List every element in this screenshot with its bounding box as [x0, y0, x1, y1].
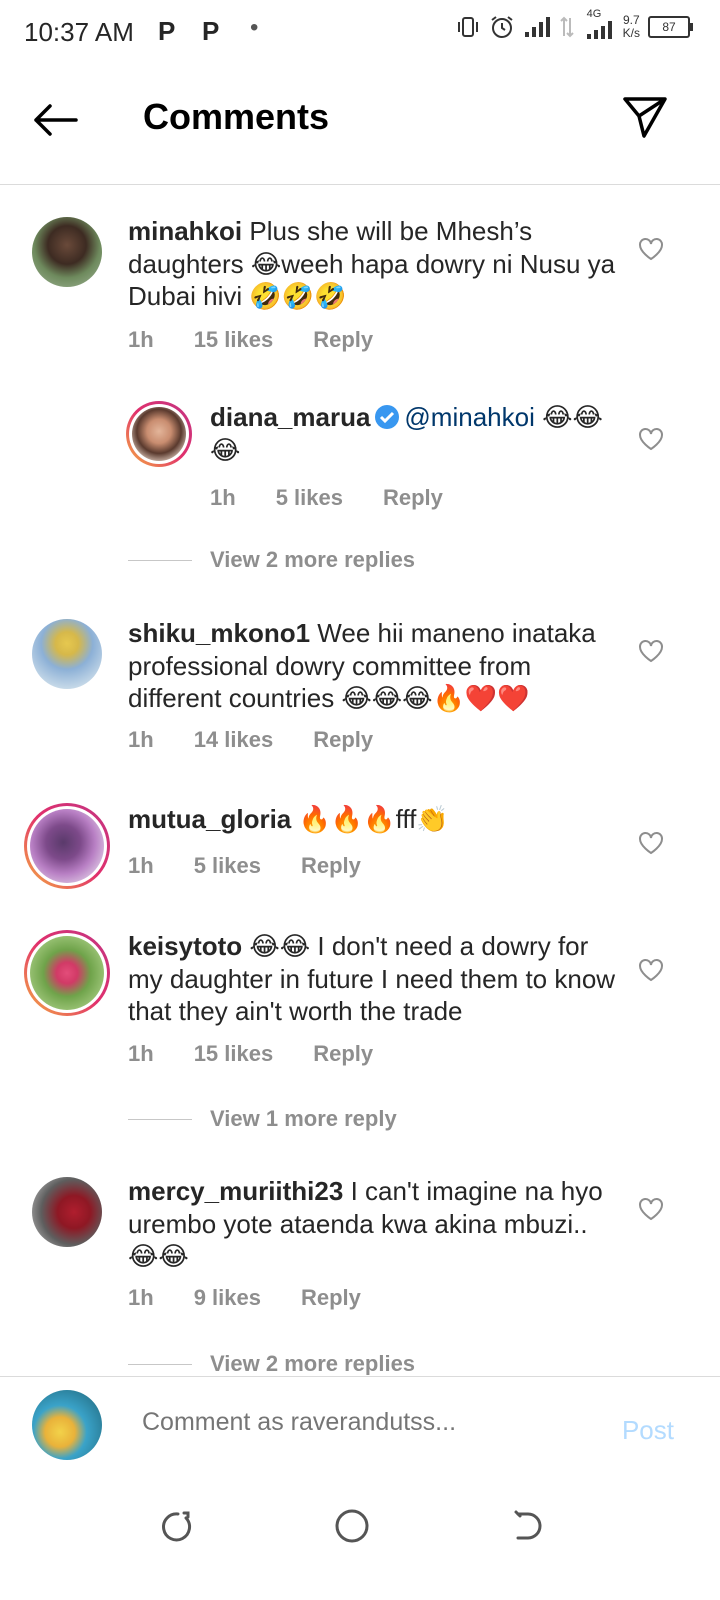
- back-button[interactable]: [30, 100, 80, 140]
- status-time: 10:37 AM: [24, 17, 134, 47]
- reply-button[interactable]: Reply: [313, 1041, 373, 1067]
- comment-body: shiku_mkono1 Wee hii maneno inataka prof…: [128, 617, 618, 715]
- reply-button[interactable]: Reply: [301, 853, 361, 879]
- data-transfer-icon: [559, 16, 574, 38]
- avatar[interactable]: [24, 803, 110, 889]
- comment-time: 1h: [128, 1285, 154, 1310]
- view-more-replies-button[interactable]: View 2 more replies: [128, 1351, 415, 1375]
- status-bar: 10:37 AM P P • 4G 9.7 K/s 87: [0, 0, 720, 66]
- avatar[interactable]: [24, 930, 110, 1016]
- comment-time: 1h: [128, 853, 154, 878]
- direct-send-button[interactable]: [622, 94, 668, 140]
- heart-icon[interactable]: [638, 1197, 664, 1221]
- signal-icon: [524, 17, 550, 37]
- view-more-replies-button[interactable]: View 1 more reply: [128, 1106, 397, 1132]
- battery-icon: 87: [648, 16, 693, 38]
- avatar[interactable]: [32, 217, 102, 287]
- network-speed-unit: K/s: [622, 26, 640, 40]
- back-arrow-icon: [34, 104, 78, 136]
- comment-likes[interactable]: 5 likes: [194, 853, 261, 879]
- comment-username[interactable]: diana_marua: [210, 402, 370, 432]
- verified-badge-icon: [375, 405, 400, 429]
- comment-likes[interactable]: 9 likes: [194, 1285, 261, 1311]
- direct-send-icon: [623, 97, 667, 138]
- comment-time: 1h: [210, 485, 236, 510]
- avatar[interactable]: [126, 401, 192, 467]
- comment-likes[interactable]: 15 likes: [194, 327, 274, 353]
- comment-likes[interactable]: 5 likes: [276, 485, 343, 511]
- nav-back-icon[interactable]: [508, 1506, 548, 1546]
- header: Comments: [0, 66, 720, 185]
- 4g-signal-icon: 4G: [583, 8, 615, 40]
- comment-meta: 1h 5 likes Reply: [210, 485, 483, 511]
- reply-button[interactable]: Reply: [383, 485, 443, 511]
- notification-p-icon: P: [202, 16, 220, 46]
- view-more-replies-label: View 2 more replies: [210, 547, 416, 572]
- view-more-replies-label: View 1 more reply: [210, 1106, 397, 1131]
- network-speed: 9.7 K/s: [623, 14, 640, 40]
- comment-time: 1h: [128, 327, 154, 352]
- comments-list[interactable]: minahkoi Plus she will be Mhesh’s daught…: [0, 185, 720, 1375]
- comment-body: mercy_muriithi23 I can't imagine na hyo …: [128, 1175, 618, 1273]
- page-title: Comments: [143, 96, 330, 137]
- notification-dot-icon: •: [250, 14, 259, 41]
- comment-time: 1h: [128, 1041, 154, 1066]
- view-more-replies-label: View 2 more replies: [210, 1351, 416, 1375]
- comment-time: 1h: [128, 727, 154, 752]
- comment-input[interactable]: [140, 1407, 584, 1438]
- comment-text: 🔥🔥🔥fff👏: [298, 804, 449, 834]
- comment-meta: 1h 14 likes Reply: [128, 727, 413, 753]
- comment-meta: 1h 9 likes Reply: [128, 1285, 401, 1311]
- comment-meta: 1h 5 likes Reply: [128, 853, 401, 879]
- heart-icon[interactable]: [638, 639, 664, 663]
- reply-button[interactable]: Reply: [313, 727, 373, 753]
- status-icons: 4G 9.7 K/s 87: [455, 8, 693, 40]
- comment-username[interactable]: minahkoi: [128, 216, 242, 246]
- view-more-replies-button[interactable]: View 2 more replies: [128, 547, 415, 573]
- network-type-label: 4G: [586, 8, 602, 20]
- comment-body: minahkoi Plus she will be Mhesh’s daught…: [128, 215, 618, 313]
- post-button[interactable]: Post: [622, 1415, 674, 1446]
- current-user-avatar: [32, 1390, 102, 1460]
- comment-likes[interactable]: 15 likes: [194, 1041, 274, 1067]
- comment-username[interactable]: mercy_muriithi23: [128, 1176, 343, 1206]
- comment-meta: 1h 15 likes Reply: [128, 1041, 413, 1067]
- heart-icon[interactable]: [638, 958, 664, 982]
- comment-likes[interactable]: 14 likes: [194, 727, 274, 753]
- heart-icon[interactable]: [638, 831, 664, 855]
- comment-body: diana_marua @minahkoi 😂😂😂: [210, 401, 610, 466]
- alarm-icon: [491, 16, 513, 38]
- system-nav-bar: [0, 1476, 720, 1600]
- notification-p-icon: P: [158, 16, 176, 46]
- heart-icon[interactable]: [638, 237, 664, 261]
- reply-button[interactable]: Reply: [301, 1285, 361, 1311]
- comment-username[interactable]: shiku_mkono1: [128, 618, 310, 648]
- reply-button[interactable]: Reply: [313, 327, 373, 353]
- nav-recents-icon[interactable]: [156, 1506, 196, 1546]
- vibrate-icon: [457, 17, 478, 37]
- heart-icon[interactable]: [638, 427, 664, 451]
- avatar[interactable]: [32, 1177, 102, 1247]
- nav-home-icon[interactable]: [332, 1506, 372, 1546]
- comment-composer: Post: [0, 1376, 720, 1477]
- comment-body: mutua_gloria 🔥🔥🔥fff👏: [128, 803, 618, 836]
- comment-username[interactable]: mutua_gloria: [128, 804, 291, 834]
- comment-meta: 1h 15 likes Reply: [128, 327, 413, 353]
- comment-body: keisytoto 😂😂 I don't need a dowry for my…: [128, 930, 618, 1028]
- avatar[interactable]: [32, 619, 102, 689]
- comment-mention[interactable]: @minahkoi: [404, 402, 534, 432]
- comment-username[interactable]: keisytoto: [128, 931, 242, 961]
